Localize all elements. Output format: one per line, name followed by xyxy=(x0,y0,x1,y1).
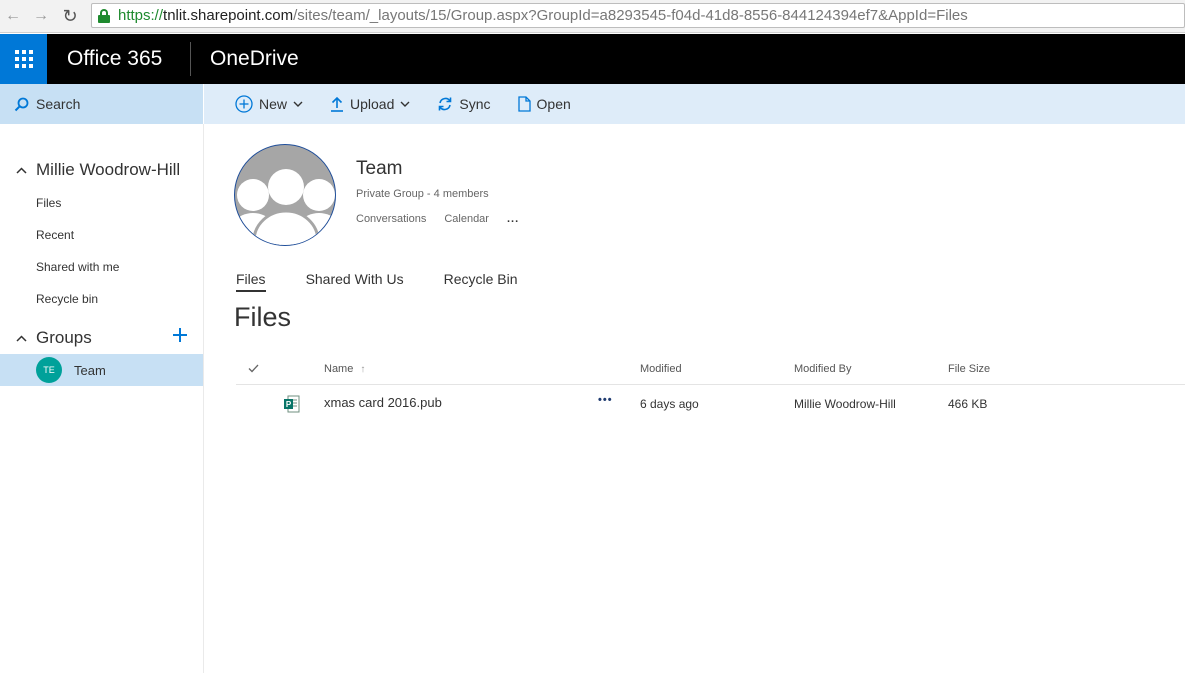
group-title: Team xyxy=(356,158,403,179)
column-header-name[interactable]: Name ↑ xyxy=(324,363,365,375)
tab-recycle-bin[interactable]: Recycle Bin xyxy=(444,271,518,292)
page-title: Files xyxy=(234,302,292,332)
nav-item-files[interactable]: Files xyxy=(36,196,61,210)
select-all-checkmark-icon[interactable] xyxy=(248,364,259,373)
pivot-tabs: Files Shared With Us Recycle Bin xyxy=(236,271,558,292)
groups-section-header[interactable]: Groups xyxy=(16,328,92,348)
nav-item-team-group[interactable]: TE Team xyxy=(0,354,203,386)
open-label: Open xyxy=(536,96,571,112)
search-box[interactable]: Search xyxy=(0,84,203,124)
file-more-options-button[interactable]: ••• xyxy=(598,394,613,406)
upload-label: Upload xyxy=(350,96,395,112)
svg-text:P: P xyxy=(286,400,292,409)
file-name[interactable]: xmas card 2016.pub xyxy=(324,395,442,410)
document-icon xyxy=(517,96,531,112)
plus-circle-icon xyxy=(235,95,253,113)
reload-icon[interactable]: ↻ xyxy=(60,6,80,26)
sort-ascending-icon: ↑ xyxy=(360,364,366,375)
sync-icon xyxy=(439,97,452,111)
address-bar[interactable]: https://tnlit.sharepoint.com/sites/team/… xyxy=(91,3,1185,28)
conversations-link[interactable]: Conversations xyxy=(356,213,426,225)
suite-bar: Office 365 OneDrive xyxy=(0,34,1185,84)
new-button[interactable]: New xyxy=(235,95,303,113)
chevron-down-icon xyxy=(400,101,410,107)
column-header-modified[interactable]: Modified xyxy=(640,363,682,375)
group-links: Conversations Calendar ... xyxy=(356,213,537,225)
add-group-icon[interactable] xyxy=(172,327,188,343)
url-path: /sites/team/_layouts/15/Group.aspx?Group… xyxy=(293,7,968,24)
people-placeholder-icon xyxy=(235,169,335,245)
file-size: 466 KB xyxy=(948,397,988,411)
app-launcher-button[interactable] xyxy=(0,34,47,84)
column-header-file-size[interactable]: File Size xyxy=(948,363,990,375)
brand-title[interactable]: Office 365 xyxy=(67,47,162,71)
waffle-icon xyxy=(14,50,33,68)
group-avatar: TE xyxy=(36,357,62,383)
new-label: New xyxy=(259,96,288,112)
upload-icon xyxy=(331,96,344,112)
file-modified: 6 days ago xyxy=(640,397,699,411)
more-options-button[interactable]: ... xyxy=(507,213,519,225)
group-photo xyxy=(234,144,336,246)
chevron-up-icon xyxy=(16,166,27,174)
upload-button[interactable]: Upload xyxy=(330,96,410,112)
column-header-modified-by[interactable]: Modified By xyxy=(794,363,851,375)
url-scheme: https:// xyxy=(118,7,164,24)
chevron-up-icon xyxy=(16,334,27,342)
sync-label: Sync xyxy=(459,96,491,112)
calendar-link[interactable]: Calendar xyxy=(444,213,489,225)
suite-divider xyxy=(190,42,191,76)
url-text: https://tnlit.sharepoint.com/sites/team/… xyxy=(118,7,968,24)
left-navigation: Millie Woodrow-Hill Files Recent Shared … xyxy=(0,124,204,673)
user-section-header[interactable]: Millie Woodrow-Hill xyxy=(16,160,180,180)
chevron-down-icon xyxy=(293,101,303,107)
group-name: Team xyxy=(74,362,106,378)
command-bar: New Upload Sync Open xyxy=(204,84,1185,124)
tab-files[interactable]: Files xyxy=(236,271,266,292)
user-name: Millie Woodrow-Hill xyxy=(36,160,181,179)
groups-label: Groups xyxy=(36,328,92,347)
url-host: tnlit.sharepoint.com xyxy=(163,7,294,24)
sync-button[interactable]: Sync xyxy=(437,96,491,112)
nav-item-shared-with-me[interactable]: Shared with me xyxy=(36,260,119,274)
publisher-file-icon: P xyxy=(284,395,300,413)
lock-icon xyxy=(98,8,110,23)
nav-item-recent[interactable]: Recent xyxy=(36,228,74,242)
browser-toolbar: ← → ↻ https://tnlit.sharepoint.com/sites… xyxy=(0,0,1185,33)
group-subtitle: Private Group - 4 members xyxy=(356,188,489,200)
open-button[interactable]: Open xyxy=(517,96,571,112)
forward-arrow-icon[interactable]: → xyxy=(31,6,51,26)
table-header: Name ↑ Modified Modified By File Size xyxy=(236,354,1185,385)
table-row[interactable]: P xmas card 2016.pub ••• 6 days ago Mill… xyxy=(236,386,1185,422)
tab-shared-with-us[interactable]: Shared With Us xyxy=(306,271,404,292)
search-icon xyxy=(14,97,29,111)
app-title[interactable]: OneDrive xyxy=(210,47,299,71)
back-arrow-icon[interactable]: ← xyxy=(3,6,23,26)
search-label: Search xyxy=(36,96,81,112)
file-modified-by: Millie Woodrow-Hill xyxy=(794,397,896,411)
name-column-label: Name xyxy=(324,363,354,375)
nav-item-recycle-bin[interactable]: Recycle bin xyxy=(36,292,98,306)
